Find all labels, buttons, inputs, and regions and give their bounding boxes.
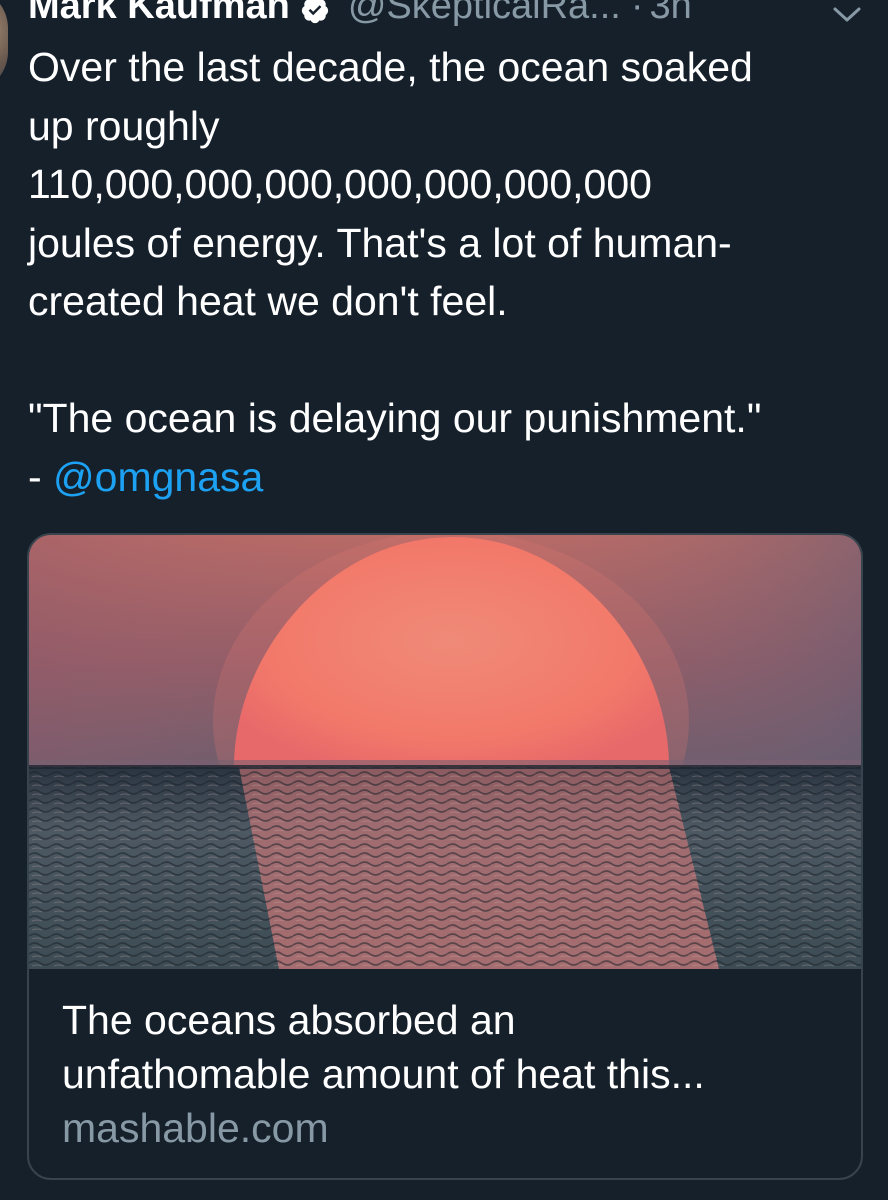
separator-dot: · xyxy=(630,0,644,27)
author-name[interactable]: Mark Kaufman xyxy=(28,0,290,26)
tweet-text-line: up roughly xyxy=(28,102,220,149)
card-domain: mashable.com xyxy=(62,1105,329,1151)
card-image[interactable] xyxy=(29,535,861,969)
tweet[interactable]: Mark Kaufman @SkepticalRa... · 3h Over t… xyxy=(0,0,888,1200)
tweet-text-line: created heat we don't feel. xyxy=(28,278,508,324)
avatar[interactable] xyxy=(0,0,8,92)
link-preview-card[interactable]: The oceans absorbed an unfathomable amou… xyxy=(27,533,863,1180)
card-title-line[interactable]: The oceans absorbed an xyxy=(62,993,842,1047)
card-text[interactable]: The oceans absorbed an unfathomable amou… xyxy=(62,993,842,1155)
verified-badge-icon xyxy=(300,0,330,24)
card-title-line[interactable]: unfathomable amount of heat this... xyxy=(62,1047,842,1101)
tweet-header: Mark Kaufman @SkepticalRa... · 3h xyxy=(28,0,888,26)
tweet-text-line: 110,000,000,000,000,000,000,000 xyxy=(28,161,652,207)
attribution-line: - @omgnasa xyxy=(28,448,868,507)
mention-link[interactable]: @omgnasa xyxy=(53,454,263,500)
attribution-prefix: - xyxy=(28,453,54,500)
tweet-text-line: joules of energy. That's a lot of human- xyxy=(28,219,732,266)
chevron-down-icon[interactable] xyxy=(832,6,862,24)
tweet-timestamp[interactable]: 3h xyxy=(650,0,692,26)
tweet-text: Over the last decade, the ocean soaked u… xyxy=(28,38,868,506)
quote-line: "The ocean is delaying our punishment." xyxy=(28,395,762,441)
author-handle[interactable]: @SkepticalRa... xyxy=(348,0,621,26)
tweet-text-line: Over the last decade, the ocean soaked xyxy=(28,44,753,90)
